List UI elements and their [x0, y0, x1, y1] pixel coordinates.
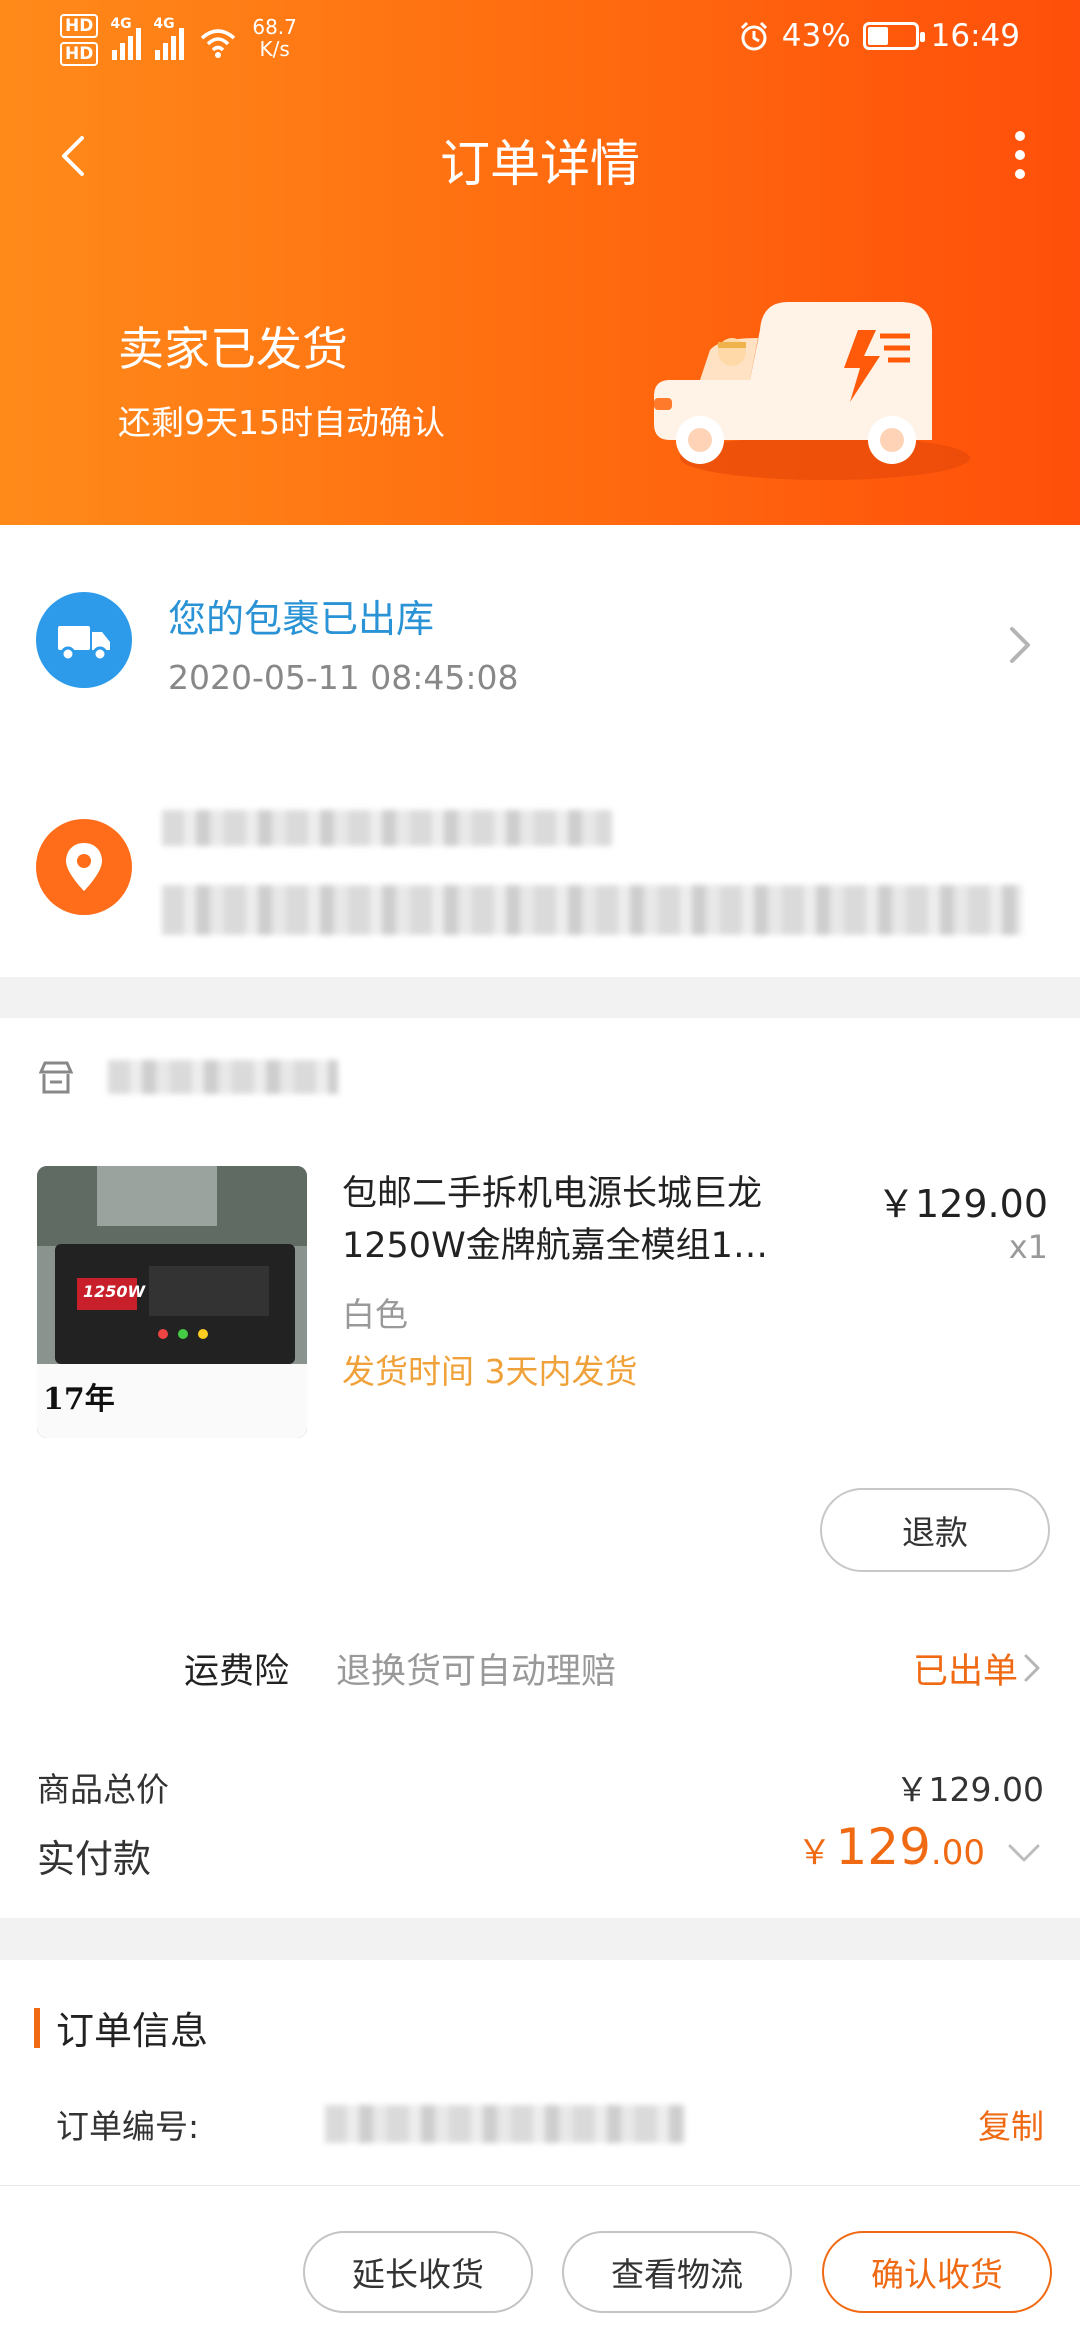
order-info-title: 订单信息: [56, 2009, 209, 2053]
logistics-time: 2020-05-11 08:45:08: [168, 658, 519, 697]
hd-icon: HD: [60, 42, 99, 66]
product-image[interactable]: 1250W 17年: [37, 1166, 307, 1438]
chevron-down-icon[interactable]: [1004, 1840, 1044, 1866]
bottom-action-bar: 延长收货 查看物流 确认收货: [0, 2185, 1080, 2340]
paid-amount-label: 实付款: [37, 1837, 152, 1881]
product-name[interactable]: 包邮二手拆机电源长城巨龙1250W金牌航嘉全模组1…: [342, 1168, 832, 1272]
hd-indicators: HD HD: [60, 14, 99, 66]
section-accent-bar: [34, 2008, 40, 2048]
goods-total-label: 商品总价: [37, 1770, 169, 1809]
battery-percent: 43%: [781, 18, 851, 54]
order-number-label: 订单编号:: [56, 2107, 200, 2146]
product-image-screen-text: 1250W: [83, 1282, 146, 1301]
product-ship-time: 发货时间 3天内发货: [342, 1352, 638, 1391]
paid-amount: ￥ 129 .00: [797, 1818, 985, 1876]
shipping-status-title: 卖家已发货: [118, 322, 348, 376]
product-image-caption: 17年: [43, 1382, 115, 1417]
order-number-redacted: [325, 2105, 685, 2143]
product-card: 1250W 17年 包邮二手拆机电源长城巨龙1250W金牌航嘉全模组1… ￥12…: [0, 1018, 1080, 1918]
battery-icon: [862, 22, 925, 50]
product-variant: 白色: [342, 1295, 408, 1334]
network-speed: 68.7 K/s: [252, 16, 297, 60]
alarm-icon: [740, 21, 767, 51]
logistics-status[interactable]: 您的包裹已出库: [168, 588, 434, 643]
paid-currency: ￥: [797, 1833, 832, 1873]
status-left: HD HD 4G 4G 68.7 K/s: [60, 14, 297, 66]
product-price: ￥129.00: [877, 1182, 1048, 1226]
shipping-insurance-label: 运费险: [184, 1652, 290, 1692]
page-title: 订单详情: [440, 135, 640, 193]
recipient-name-redacted: [162, 810, 612, 846]
speed-value: 68.7: [252, 15, 297, 39]
refund-button[interactable]: 退款: [820, 1488, 1050, 1572]
shop-name-redacted[interactable]: [108, 1060, 338, 1094]
recipient-address-redacted: [162, 885, 1022, 935]
extend-receipt-button[interactable]: 延长收货: [303, 2231, 533, 2313]
status-bar: HD HD 4G 4G 68.7 K/s 43% 16:49: [0, 0, 1080, 80]
confirm-receipt-button[interactable]: 确认收货: [822, 2231, 1052, 2313]
nav-bar: 订单详情: [0, 110, 1080, 200]
signal-icon: 4G: [153, 16, 185, 60]
location-pin-icon: [36, 819, 132, 915]
chevron-right-icon[interactable]: [1022, 1648, 1044, 1688]
network-type-label: 4G: [153, 16, 175, 32]
signal-icon: 4G: [110, 16, 142, 60]
header-banner: HD HD 4G 4G 68.7 K/s 43% 16:49 订单详情 卖家已发…: [0, 0, 1080, 525]
product-quantity: x1: [1008, 1228, 1048, 1266]
paid-integer: 129: [835, 1818, 931, 1876]
logistics-truck-icon: [36, 592, 132, 688]
shop-icon[interactable]: [36, 1058, 76, 1098]
shipping-insurance-desc: 退换货可自动理赔: [336, 1652, 617, 1692]
paid-decimal: .00: [930, 1833, 985, 1873]
more-icon[interactable]: [990, 120, 1050, 190]
logistics-address-card: 您的包裹已出库 2020-05-11 08:45:08: [0, 525, 1080, 977]
battery-level: [867, 27, 888, 45]
wifi-icon: [201, 29, 236, 58]
speed-unit: K/s: [259, 37, 290, 61]
goods-total-value: ￥129.00: [895, 1770, 1044, 1809]
status-right: 43% 16:49: [738, 18, 1020, 54]
chevron-right-icon[interactable]: [1000, 615, 1040, 675]
shipping-insurance-status[interactable]: 已出单: [913, 1643, 1018, 1694]
clock: 16:49: [930, 18, 1020, 54]
network-type-label: 4G: [110, 16, 132, 32]
shipping-status-subtitle: 还剩9天15时自动确认: [118, 403, 445, 442]
delivery-truck-illustration: [654, 302, 970, 480]
hd-icon: HD: [60, 14, 99, 38]
copy-order-number-button[interactable]: 复制: [978, 2100, 1044, 2148]
view-logistics-button[interactable]: 查看物流: [562, 2231, 792, 2313]
